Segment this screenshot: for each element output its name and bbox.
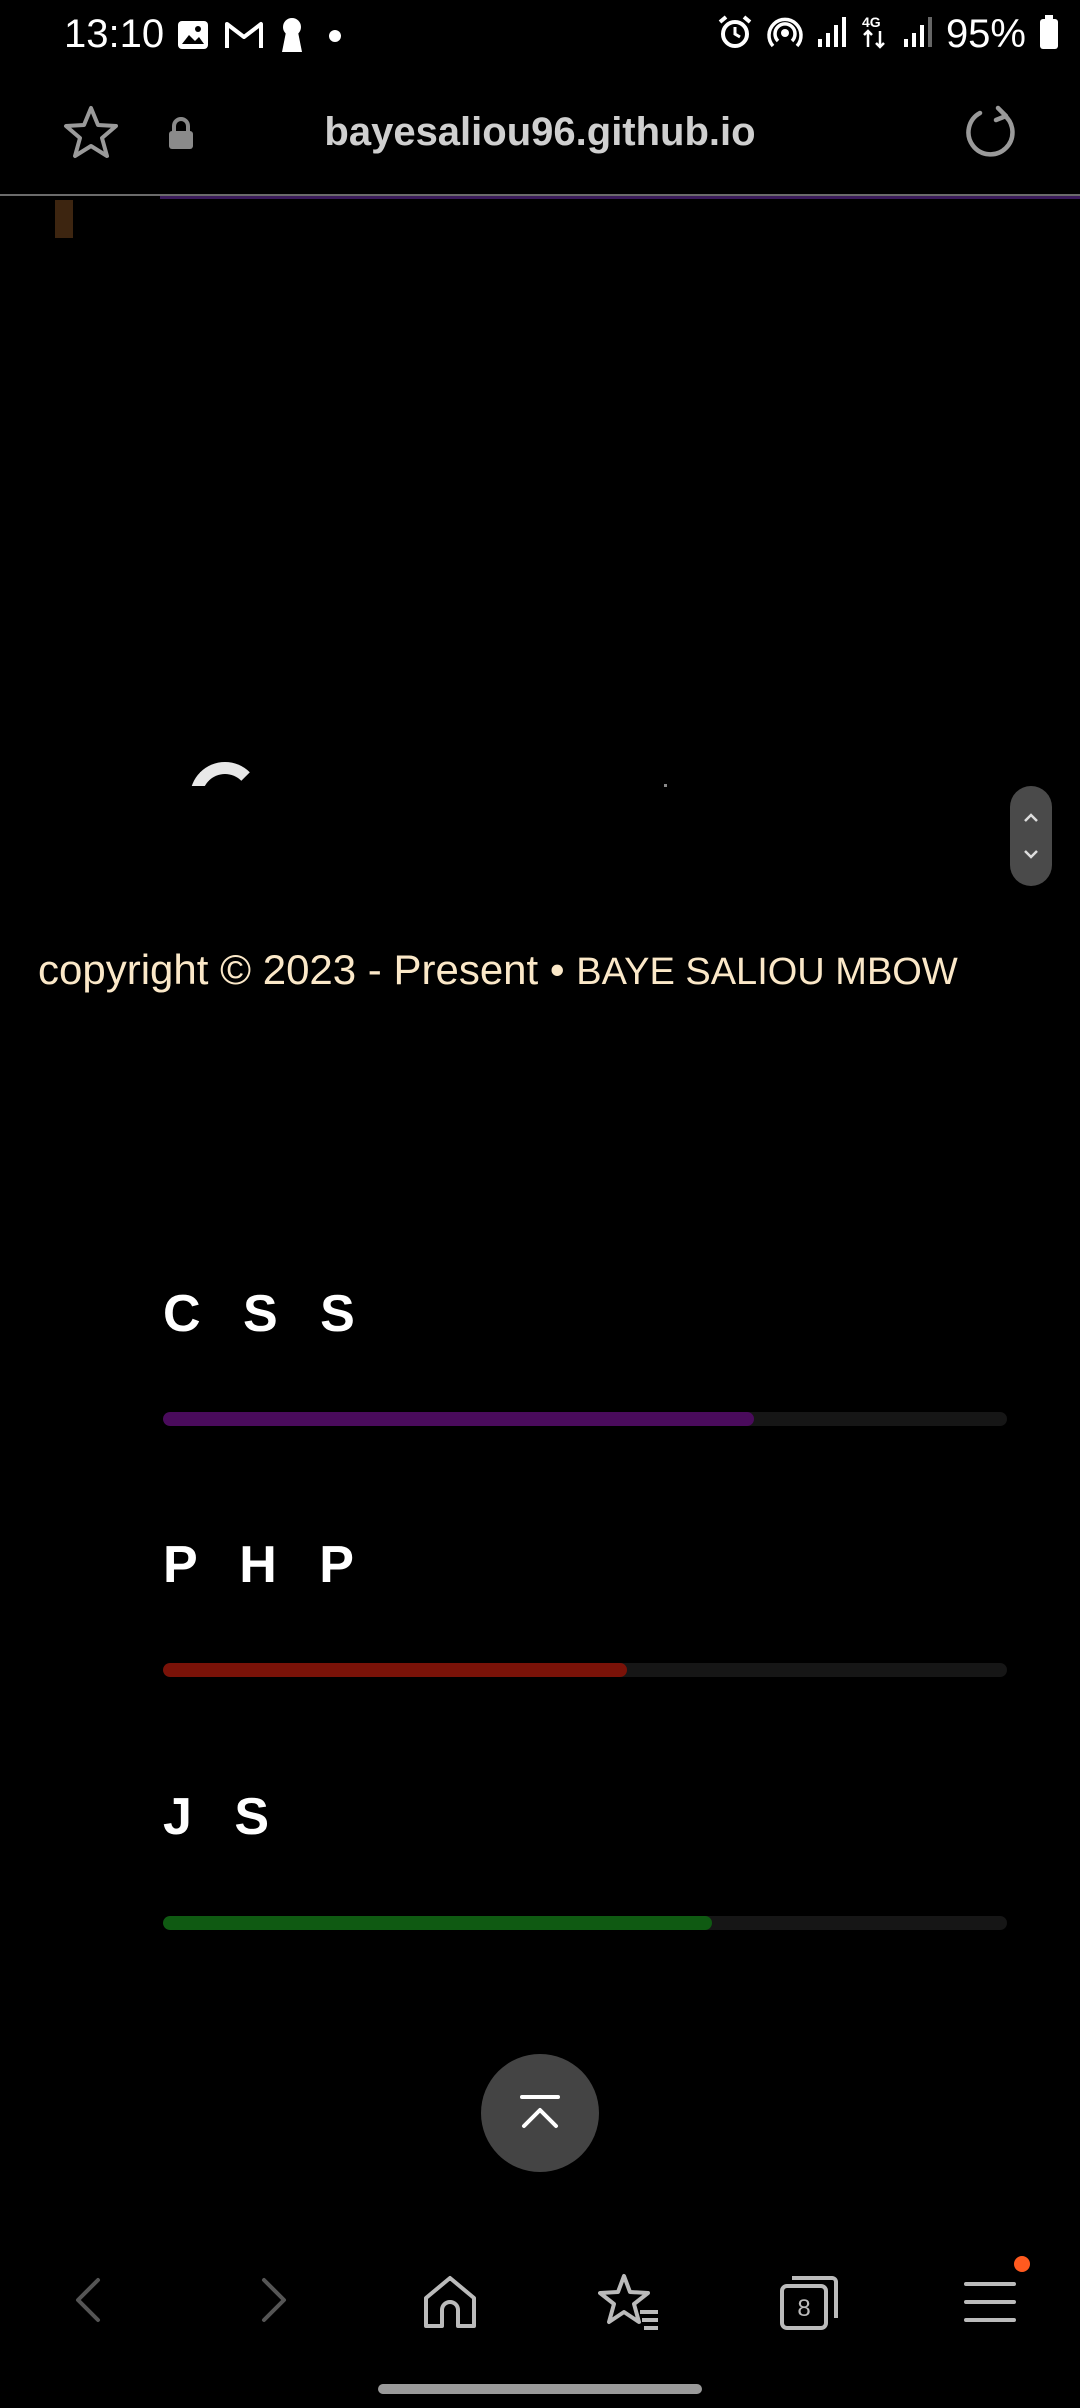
copyright-label: copyright © 2023 - Present • — [38, 946, 577, 993]
home-icon[interactable] — [420, 2272, 480, 2337]
skill-fill-css — [163, 1412, 754, 1426]
gesture-bar — [378, 2384, 702, 2394]
keyhole-icon — [278, 16, 306, 59]
arrow-to-top-icon — [520, 2095, 560, 2128]
fast-scroll-handle[interactable] — [1010, 786, 1052, 886]
menu-icon[interactable] — [960, 2272, 1020, 2337]
url-text[interactable]: bayesaliou96.github.io — [0, 110, 1080, 155]
notification-dot — [1014, 2256, 1030, 2272]
decorative-block — [55, 200, 73, 238]
hotspot-icon — [766, 13, 804, 56]
gallery-icon — [176, 18, 210, 57]
skill-label-php: P H P — [163, 1536, 368, 1594]
battery-icon — [1038, 14, 1060, 55]
skill-label-css: C S S — [163, 1285, 369, 1343]
author-name: BAYE SALIOU MBOW — [576, 951, 958, 993]
chevron-up-icon — [1024, 813, 1038, 822]
partial-heading-glyph — [182, 756, 262, 786]
copyright-text: copyright © 2023 - Present • BAYE SALIOU… — [38, 946, 958, 994]
browser-url-bar: bayesaliou96.github.io — [0, 72, 1080, 196]
decorative-dot — [664, 784, 667, 787]
skill-fill-js — [163, 1916, 712, 1930]
forward-icon[interactable] — [244, 2272, 300, 2333]
skill-bar-js — [163, 1916, 1007, 1930]
skill-label-js: J S — [163, 1788, 284, 1846]
status-left-icons — [176, 16, 350, 59]
browser-bottom-nav: 8 — [0, 2248, 1080, 2358]
bookmarks-icon[interactable] — [598, 2272, 660, 2337]
status-bar: 13:10 4G 95% — [0, 0, 1080, 72]
4g-icon: 4G — [860, 13, 890, 56]
signal-icon — [816, 15, 848, 54]
status-right-icons: 4G 95% — [716, 12, 1060, 57]
svg-text:4G: 4G — [862, 14, 881, 30]
reload-icon[interactable] — [960, 102, 1022, 169]
tab-count: 8 — [797, 2295, 810, 2322]
chevron-down-icon — [1024, 850, 1038, 859]
battery-percent: 95% — [945, 12, 1026, 56]
alarm-icon — [716, 13, 754, 56]
skill-bar-php — [163, 1663, 1007, 1677]
gmail-icon — [224, 18, 264, 57]
tabs-icon[interactable]: 8 — [778, 2272, 840, 2337]
scroll-to-top-button[interactable] — [481, 2054, 599, 2172]
dot-icon — [320, 18, 350, 57]
back-icon[interactable] — [62, 2272, 118, 2333]
skill-fill-php — [163, 1663, 628, 1677]
skill-bar-css — [163, 1412, 1007, 1426]
signal-icon — [902, 15, 934, 54]
status-time: 13:10 — [64, 12, 165, 56]
decorative-line — [160, 196, 1080, 199]
